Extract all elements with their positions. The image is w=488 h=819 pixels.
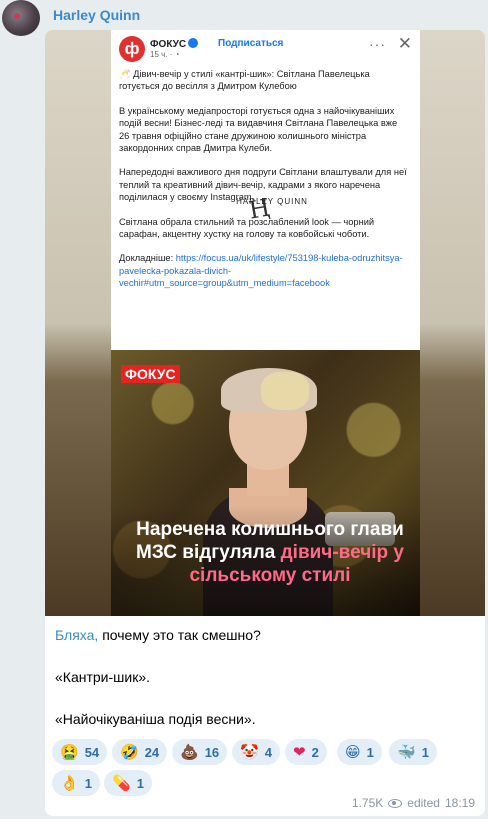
more-icon: ··· — [369, 36, 386, 52]
rofl-icon: 🤣 — [120, 742, 139, 761]
message-time: 18:19 — [444, 796, 475, 810]
facebook-post-screenshot: ф ФОКУС Подписаться 15 ч. · ◔ ··· ✕ 🥂 Ді… — [111, 30, 420, 350]
reaction-rofl[interactable]: 🤣 24 — [112, 739, 168, 765]
poop-icon: 💩 — [180, 742, 199, 761]
message-bubble: ф ФОКУС Подписаться 15 ч. · ◔ ··· ✕ 🥂 Ді… — [45, 30, 485, 816]
subscribe-link: Подписаться — [218, 38, 284, 49]
photo-caption: Наречена колишнього глави МЗС відгуляла … — [136, 519, 404, 586]
ok-hand-icon: 👌 — [60, 773, 79, 792]
message-line: «Кантри-шик». — [55, 669, 150, 685]
post-headline: 🥂 Дівич-вечір у стилі «кантрі-шик»: Світ… — [119, 69, 370, 92]
eye-icon — [388, 798, 403, 808]
verified-icon — [188, 38, 199, 48]
view-count: 1.75K — [351, 796, 384, 810]
whale-icon: 🐳 — [397, 742, 416, 761]
reaction-heart[interactable]: ❤ 2 — [285, 739, 327, 765]
vomit-icon: 🤮 — [60, 742, 79, 761]
clown-icon: 🤡 — [240, 742, 259, 761]
watermark-text: HARLEY QUINN — [236, 197, 308, 206]
channel-avatar[interactable] — [2, 0, 40, 36]
article-photo: ФОКУС Наречена колишнього глави МЗС відг… — [111, 350, 420, 616]
post-header: ф ФОКУС Подписаться 15 ч. · ◔ ··· ✕ — [119, 34, 412, 62]
reaction-vomit[interactable]: 🤮 54 — [52, 739, 108, 765]
pill-icon: 💊 — [112, 773, 131, 792]
message-line: «Найочікуваніша подія весни». — [55, 711, 256, 727]
reaction-ok-hand[interactable]: 👌 1 — [52, 770, 100, 796]
grin-icon: 😁 — [345, 742, 361, 761]
channel-name[interactable]: Harley Quinn — [53, 7, 140, 23]
post-more-line: Докладніше: https://focus.ua/uk/lifestyl… — [119, 253, 403, 289]
reaction-poop[interactable]: 💩 16 — [172, 739, 228, 765]
message-link[interactable]: Бляха, — [55, 627, 98, 643]
edited-label: edited — [407, 796, 440, 810]
close-icon: ✕ — [397, 34, 412, 53]
reaction-grin[interactable]: 😁 1 — [337, 739, 382, 765]
post-paragraph: В українському медіапросторі готується о… — [119, 105, 398, 154]
publisher-name: ФОКУС — [150, 38, 199, 50]
reaction-whale[interactable]: 🐳 1 — [389, 739, 437, 765]
message-meta: 1.75K edited 18:19 — [352, 796, 475, 810]
post-time: 15 ч. · ◔ — [150, 50, 180, 59]
post-image[interactable]: ф ФОКУС Подписаться 15 ч. · ◔ ··· ✕ 🥂 Ді… — [45, 30, 485, 616]
reaction-clown[interactable]: 🤡 4 — [232, 739, 280, 765]
reaction-pill[interactable]: 💊 1 — [104, 770, 152, 796]
heart-icon: ❤ — [293, 742, 306, 761]
focus-logo-icon: ф — [119, 36, 145, 62]
photo-badge: ФОКУС — [121, 365, 180, 383]
message-line: Бляха, почему это так смешно? — [55, 627, 261, 643]
post-body: 🥂 Дівич-вечір у стилі «кантрі-шик»: Світ… — [119, 68, 409, 302]
